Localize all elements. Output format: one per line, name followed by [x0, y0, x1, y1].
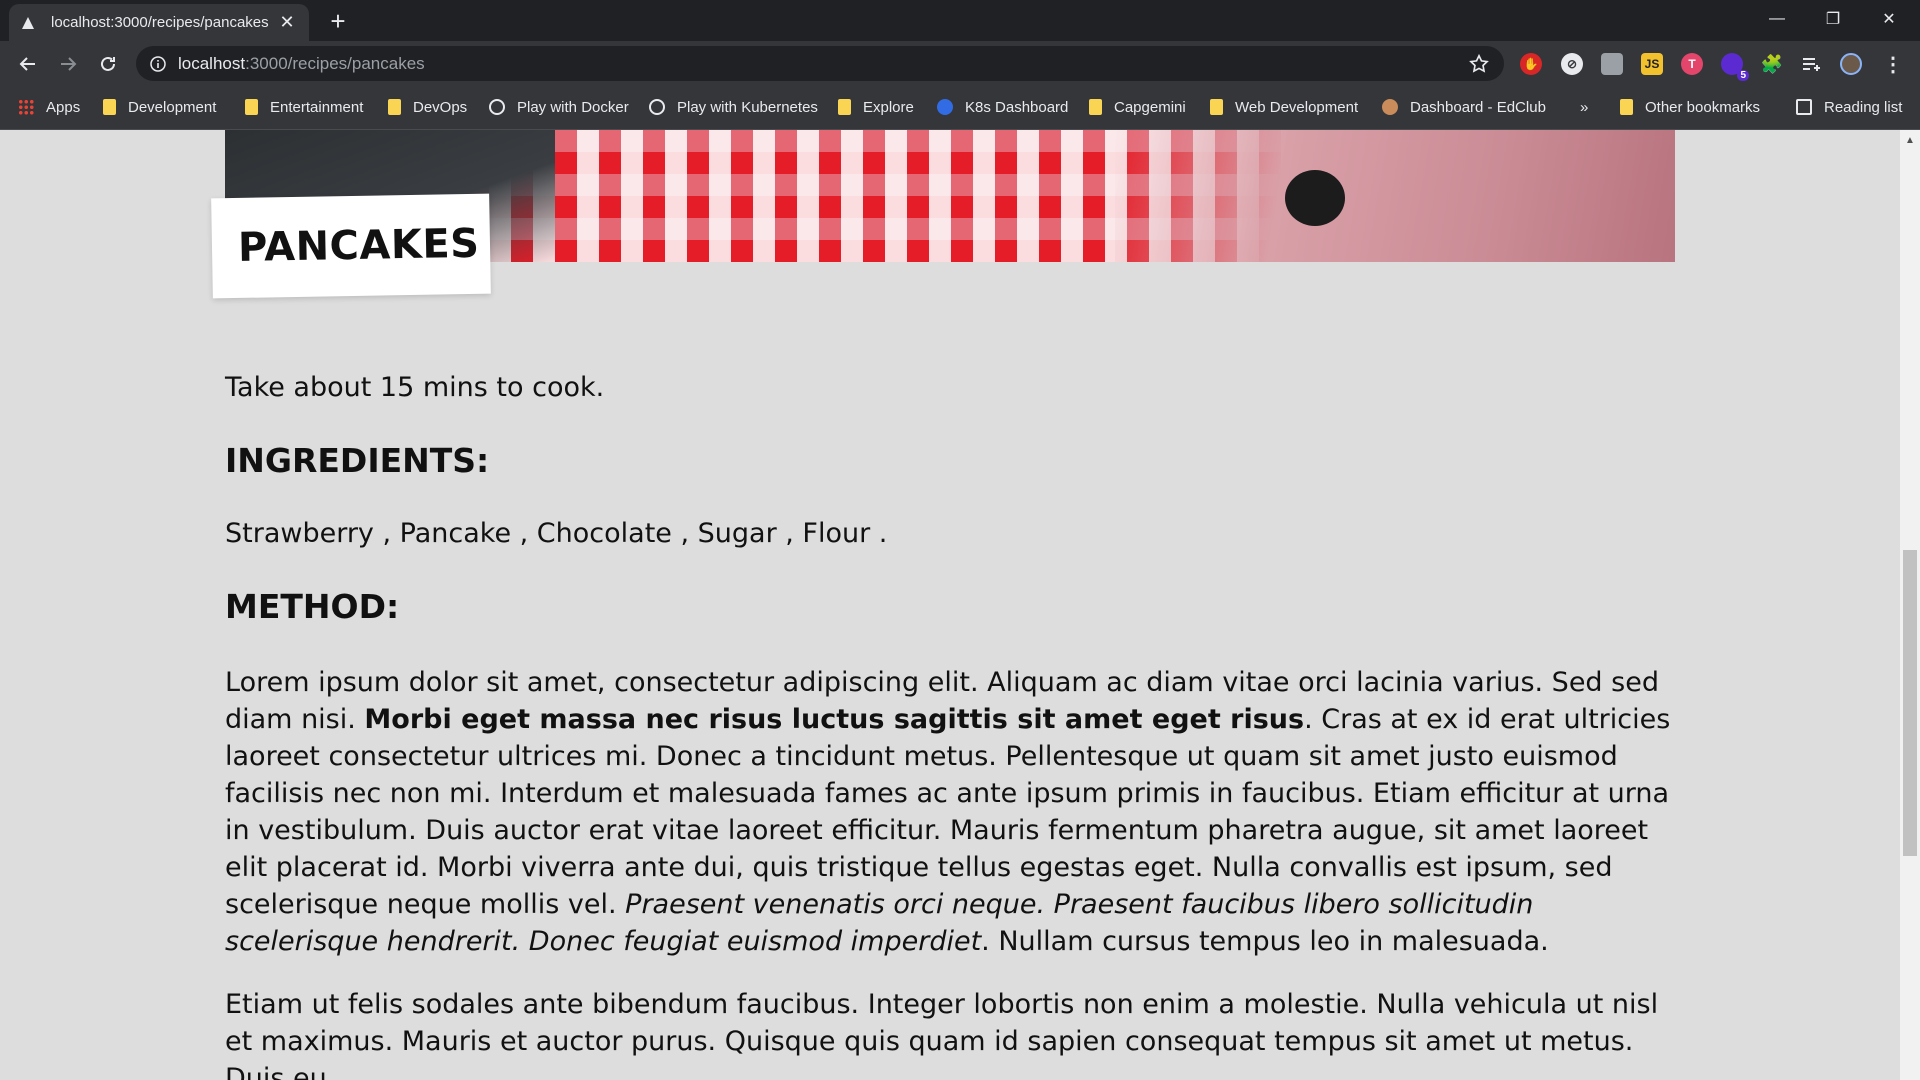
method-bold-text: Morbi eget massa nec risus luctus sagitt… — [364, 704, 1305, 735]
bookmark-label: Capgemini — [1114, 98, 1186, 116]
bookmark-label: Play with Docker — [517, 98, 629, 116]
recipe-content: Take about 15 mins to cook. INGREDIENTS:… — [225, 372, 1675, 1080]
url-host: localhost — [178, 53, 246, 73]
more-bookmarks-button[interactable]: » — [1580, 94, 1588, 120]
reading-list-queue-icon[interactable] — [1800, 53, 1822, 75]
bookmark-dashboard-edclub[interactable]: Dashboard - EdClub — [1382, 94, 1546, 120]
folder-icon — [838, 99, 851, 115]
hero-napkin — [1115, 130, 1675, 262]
bookmark-play-with-docker[interactable]: Play with Docker — [489, 94, 629, 120]
folder-icon — [103, 99, 116, 115]
back-button[interactable] — [12, 48, 44, 80]
bookmarks-bar: Apps Development Entertainment DevOps Pl… — [0, 86, 1920, 130]
minimize-button[interactable]: — — [1749, 0, 1805, 38]
globe-icon — [489, 99, 505, 115]
bookmark-label: Dashboard - EdClub — [1410, 98, 1546, 116]
tab-title: localhost:3000/recipes/pancakes — [51, 14, 269, 31]
extension-stop-icon[interactable]: ✋ — [1520, 53, 1542, 75]
info-icon[interactable] — [150, 55, 166, 72]
puzzle-icon[interactable]: 🧩 — [1761, 53, 1783, 75]
arrow-left-icon — [19, 57, 35, 71]
scrollbar-thumb[interactable] — [1903, 550, 1917, 856]
method-heading: METHOD: — [225, 587, 400, 626]
reading-list-icon — [1796, 99, 1812, 115]
bookmark-capgemini[interactable]: Capgemini — [1089, 94, 1186, 120]
menu-kebab-icon[interactable]: ⋮ — [1882, 53, 1904, 76]
bookmark-label: Development — [128, 98, 217, 116]
reload-button[interactable] — [92, 48, 124, 80]
folder-icon — [1210, 99, 1223, 115]
bookmark-other-bookmarks[interactable]: Other bookmarks — [1620, 94, 1760, 120]
recipe-title-card: PANCAKES — [211, 193, 491, 299]
scroll-up-arrow-icon[interactable]: ▲ — [1900, 130, 1920, 150]
method-paragraph-1: Lorem ipsum dolor sit amet, consectetur … — [225, 664, 1675, 960]
bookmark-label: Explore — [863, 98, 914, 116]
arrow-right-icon — [61, 57, 77, 71]
recipe-title: PANCAKES — [237, 220, 480, 271]
url-path: :3000/recipes/pancakes — [245, 53, 425, 73]
extension-t-icon[interactable]: T — [1681, 53, 1703, 75]
reload-icon — [101, 56, 115, 71]
folder-icon — [245, 99, 258, 115]
extension-badge-count: 5 — [1737, 70, 1749, 81]
close-window-button[interactable]: ✕ — [1861, 0, 1917, 38]
bookmark-label: K8s Dashboard — [965, 98, 1069, 116]
profile-avatar[interactable] — [1840, 53, 1862, 75]
ingredients-list: Strawberry , Pancake , Chocolate , Sugar… — [225, 518, 888, 549]
bookmark-k8s-dashboard[interactable]: K8s Dashboard — [937, 94, 1068, 120]
bookmark-play-with-kubernetes[interactable]: Play with Kubernetes — [649, 94, 818, 120]
bookmark-web-development[interactable]: Web Development — [1210, 94, 1358, 120]
close-tab-icon[interactable]: ✕ — [277, 12, 297, 33]
bookmark-label: Play with Kubernetes — [677, 98, 818, 116]
bookmark-label: Reading list — [1824, 98, 1903, 116]
bookmark-label: Apps — [46, 98, 81, 116]
bookmark-apps[interactable]: Apps — [18, 94, 80, 120]
bookmark-star-icon[interactable] — [1468, 53, 1490, 75]
method-text: . Nullam cursus tempus leo in malesuada. — [981, 926, 1549, 957]
extension-block-icon[interactable]: ⊘ — [1561, 53, 1583, 75]
bookmark-development[interactable]: Development — [103, 94, 216, 120]
browser-toolbar: localhost:3000/recipes/pancakes ✋ ⊘ JS T… — [0, 41, 1920, 86]
kubernetes-icon — [937, 99, 953, 115]
forward-button[interactable] — [52, 48, 84, 80]
extension-badge-icon[interactable]: 5 — [1721, 53, 1749, 81]
extension-square-icon[interactable] — [1601, 53, 1623, 75]
folder-icon — [1620, 99, 1633, 115]
bookmark-label: Web Development — [1235, 98, 1359, 116]
favicon-icon — [21, 16, 35, 30]
ingredients-heading: INGREDIENTS: — [225, 441, 490, 480]
address-bar[interactable]: localhost:3000/recipes/pancakes — [136, 46, 1504, 81]
vertical-scrollbar[interactable]: ▲ — [1900, 130, 1920, 1080]
globe-icon — [649, 99, 665, 115]
bookmark-label: Entertainment — [270, 98, 364, 116]
edclub-icon — [1382, 99, 1398, 115]
chevron-double-right-icon: » — [1580, 98, 1589, 116]
extension-js-icon[interactable]: JS — [1641, 53, 1663, 75]
browser-tab[interactable]: localhost:3000/recipes/pancakes ✕ — [9, 4, 309, 41]
method-paragraph-2: Etiam ut felis sodales ante bibendum fau… — [225, 989, 1659, 1080]
method-text: . Cras at ex id erat ultricies laoreet c… — [225, 704, 1671, 920]
folder-icon — [388, 99, 401, 115]
reading-list-button[interactable]: Reading list — [1796, 94, 1902, 120]
cook-time: Take about 15 mins to cook. — [225, 372, 605, 403]
bookmark-label: DevOps — [413, 98, 468, 116]
bookmark-explore[interactable]: Explore — [838, 94, 914, 120]
bookmark-devops[interactable]: DevOps — [388, 94, 467, 120]
bookmark-entertainment[interactable]: Entertainment — [245, 94, 363, 120]
new-tab-button[interactable]: + — [324, 8, 352, 36]
page-viewport: PANCAKES Take about 15 mins to cook. ING… — [0, 130, 1920, 1080]
bookmark-label: Other bookmarks — [1645, 98, 1761, 116]
restore-button[interactable]: ❐ — [1805, 0, 1861, 38]
folder-icon — [1089, 99, 1102, 115]
hero-spoon-handle — [1285, 170, 1345, 226]
apps-grid-icon — [18, 99, 34, 115]
tab-strip: localhost:3000/recipes/pancakes ✕ + — ❐ … — [0, 0, 1920, 41]
